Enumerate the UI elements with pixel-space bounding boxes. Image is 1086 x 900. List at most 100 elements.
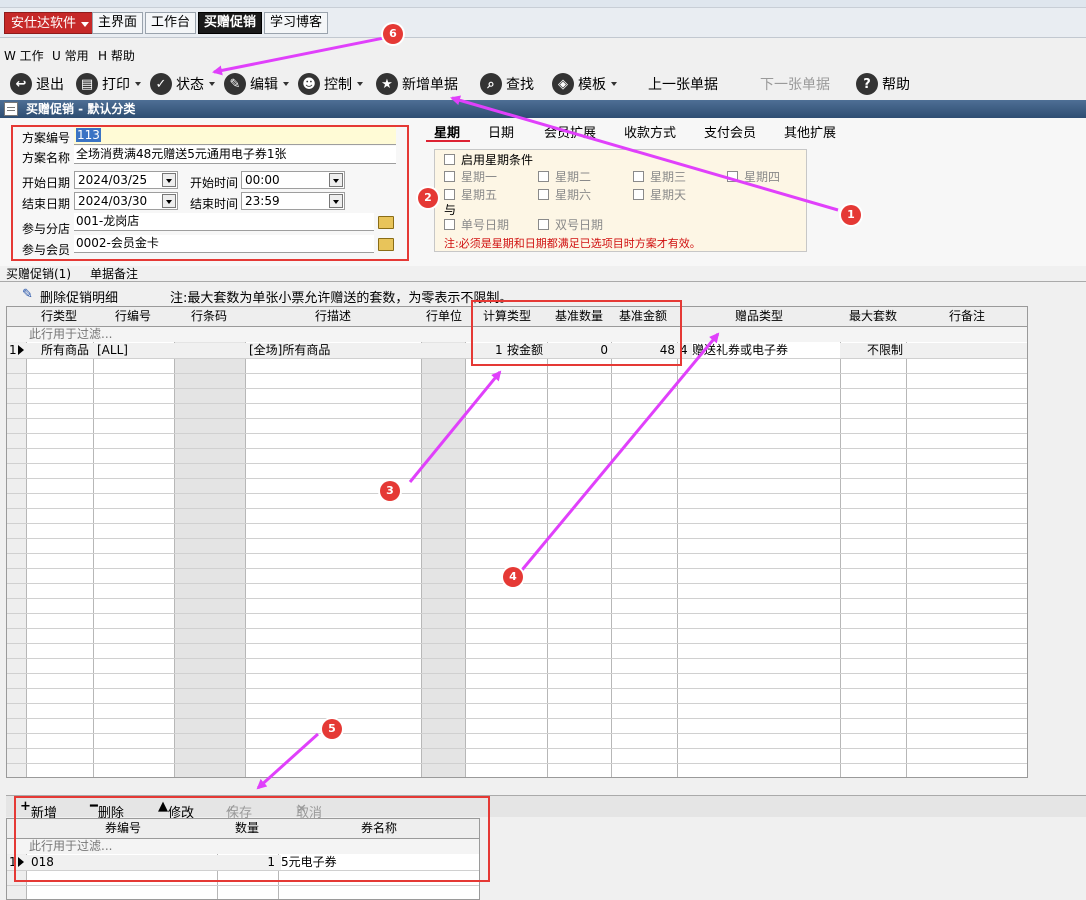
- sunday-label: 星期天: [650, 188, 687, 202]
- checkbox-icon: [538, 171, 549, 182]
- next-document-label: 下一张单据: [760, 77, 830, 93]
- odd-date-label: 单号日期: [461, 218, 510, 232]
- printer-icon: ▤: [76, 73, 98, 95]
- tab-date[interactable]: 日期: [488, 122, 514, 141]
- exit-icon: ↩: [10, 73, 32, 95]
- exit-button[interactable]: ↩ 退出: [10, 68, 64, 100]
- window-title-bar: [0, 0, 1086, 8]
- exit-label: 退出: [36, 77, 64, 93]
- annotation-marker-4: 4: [503, 567, 523, 587]
- column-line-desc: [246, 307, 422, 777]
- brand-menu-button[interactable]: 安仕达软件: [4, 12, 96, 34]
- tab-workbench[interactable]: 工作台: [145, 12, 197, 34]
- next-document-button[interactable]: 下一张单据: [760, 68, 830, 100]
- even-date-checkbox[interactable]: 双号日期: [538, 216, 603, 233]
- grid-note: 注:最大套数为单张小票允许赠送的套数，为零表示不限制。: [170, 291, 513, 306]
- check-icon: ✓: [150, 73, 172, 95]
- help-button[interactable]: ? 帮助: [856, 68, 910, 100]
- chevron-down-icon: [209, 82, 215, 86]
- annotation-box-header: [11, 125, 409, 261]
- user-icon: ☻: [298, 73, 320, 95]
- new-document-button[interactable]: ★ 新增单据: [376, 68, 458, 100]
- row-max-sets: 不限制: [867, 343, 904, 357]
- wednesday-checkbox[interactable]: 星期三: [633, 168, 686, 185]
- previous-document-button[interactable]: 上一张单据: [648, 68, 718, 100]
- menu-work[interactable]: W 工作: [4, 47, 44, 64]
- find-button[interactable]: ⌕ 查找: [480, 68, 534, 100]
- row-divider: [7, 493, 1027, 494]
- tab-main[interactable]: 主界面: [92, 12, 144, 34]
- tab-other-ext[interactable]: 其他扩展: [784, 122, 836, 141]
- row-divider: [7, 523, 1027, 524]
- annotation-box-calc: [471, 300, 682, 366]
- delete-detail-button[interactable]: 删除促销明细: [40, 287, 118, 306]
- edit-button[interactable]: ✎ 编辑: [224, 68, 289, 100]
- row-number: 1: [9, 343, 17, 357]
- header-line-remark[interactable]: 行备注: [949, 309, 985, 324]
- header-gift-type[interactable]: 赠品类型: [735, 309, 783, 324]
- menu-common[interactable]: U 常用: [52, 47, 89, 64]
- tab-promotion[interactable]: 买赠促销: [198, 12, 263, 34]
- help-label: 帮助: [882, 77, 910, 93]
- tab-promotion-detail[interactable]: 买赠促销(1): [6, 265, 71, 282]
- header-max-sets[interactable]: 最大套数: [849, 309, 897, 324]
- section-title: 买赠促销 - 默认分类: [26, 102, 136, 116]
- column-base-qty: [548, 307, 612, 777]
- row-divider: [7, 658, 1027, 659]
- document-icon: [4, 102, 18, 116]
- module-tabs: 主界面 工作台 买赠促销 学习博客: [92, 12, 330, 34]
- enable-weekday-checkbox[interactable]: 启用星期条件: [444, 151, 533, 168]
- status-button[interactable]: ✓ 状态: [150, 68, 215, 100]
- column-line-remark: [907, 307, 1027, 777]
- column-max-sets: [841, 307, 907, 777]
- row-divider: [7, 448, 1027, 449]
- pencil-icon: ✎: [22, 287, 33, 302]
- header-line-no[interactable]: 行编号: [115, 309, 151, 324]
- tab-document-remark[interactable]: 单据备注: [90, 265, 138, 282]
- saturday-label: 星期六: [555, 188, 592, 202]
- tab-payment-method[interactable]: 收款方式: [624, 122, 676, 141]
- tab-weekday[interactable]: 星期: [434, 122, 460, 141]
- annotation-marker-3: 3: [380, 481, 400, 501]
- row-divider: [7, 628, 1027, 629]
- menu-help[interactable]: H 帮助: [98, 47, 135, 64]
- tab-member-ext[interactable]: 会员扩展: [544, 122, 596, 141]
- header-line-type[interactable]: 行类型: [41, 309, 77, 324]
- saturday-checkbox[interactable]: 星期六: [538, 186, 591, 203]
- template-button[interactable]: ◈ 模板: [552, 68, 617, 100]
- help-icon: ?: [856, 73, 878, 95]
- previous-document-label: 上一张单据: [648, 77, 718, 93]
- chevron-down-icon: [283, 82, 289, 86]
- tuesday-checkbox[interactable]: 星期二: [538, 168, 591, 185]
- column-base-amount: [612, 307, 678, 777]
- header-line-desc[interactable]: 行描述: [315, 309, 351, 324]
- status-label: 状态: [176, 77, 204, 93]
- row-divider: [7, 673, 1027, 674]
- print-button[interactable]: ▤ 打印: [76, 68, 141, 100]
- row-divider: [7, 598, 1027, 599]
- row-divider: [7, 418, 1027, 419]
- control-label: 控制: [324, 77, 352, 93]
- weekday-note: 注:必须是星期和日期都满足已选项目时方案才有效。: [444, 237, 701, 250]
- control-button[interactable]: ☻ 控制: [298, 68, 363, 100]
- row-divider: [7, 553, 1027, 554]
- pencil-icon: ✎: [224, 73, 246, 95]
- odd-date-checkbox[interactable]: 单号日期: [444, 216, 509, 233]
- header-line-barcode[interactable]: 行条码: [191, 309, 227, 324]
- row-divider: [7, 688, 1027, 689]
- sunday-checkbox[interactable]: 星期天: [633, 186, 686, 203]
- tab-blog[interactable]: 学习博客: [264, 12, 329, 34]
- search-icon: ⌕: [480, 73, 502, 95]
- header-line-unit[interactable]: 行单位: [426, 309, 462, 324]
- tab-payment-member[interactable]: 支付会员: [704, 122, 756, 141]
- subgrid-background: [480, 818, 1086, 900]
- column-line-barcode: [175, 307, 246, 777]
- thursday-checkbox[interactable]: 星期四: [727, 168, 780, 185]
- annotation-marker-6: 6: [383, 24, 403, 44]
- promotion-detail-grid[interactable]: 行类型 行编号 行条码 行描述 行单位 计算类型 基准数量 基准金额 赠品类型 …: [6, 306, 1028, 778]
- print-label: 打印: [102, 77, 130, 93]
- chevron-down-icon: [135, 82, 141, 86]
- annotation-box-coupons: [14, 796, 490, 882]
- monday-checkbox[interactable]: 星期一: [444, 168, 497, 185]
- row-divider: [7, 763, 1027, 764]
